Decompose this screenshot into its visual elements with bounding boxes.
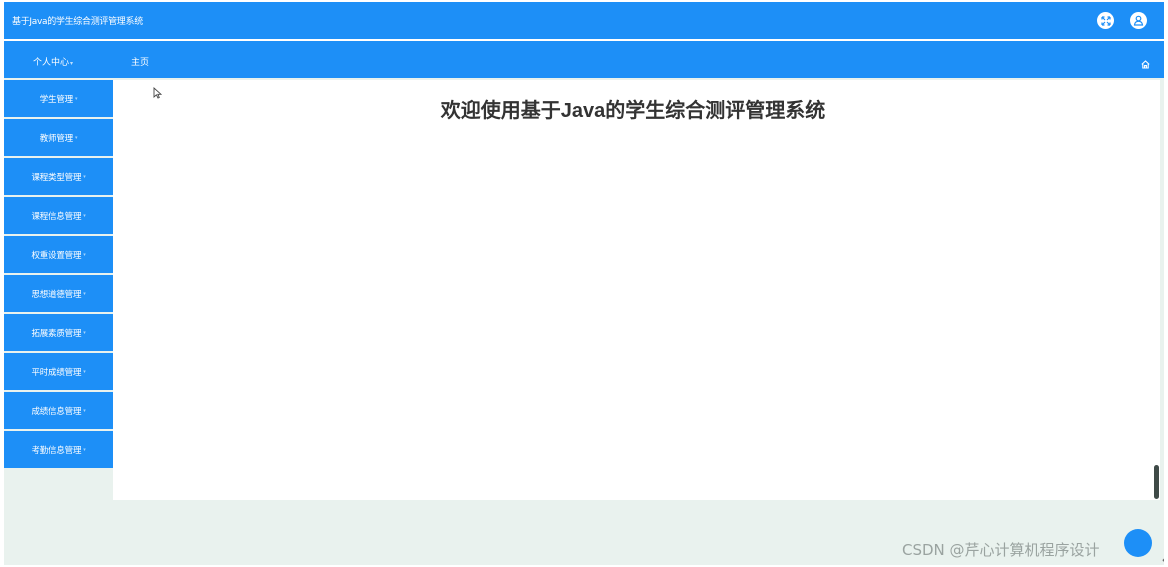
scrollbar-thumb[interactable] xyxy=(1154,465,1159,499)
sidebar-item-course-type[interactable]: 课程类型管理 ▾ xyxy=(4,158,113,195)
sidebar-item-moral[interactable]: 思想道德管理 ▾ xyxy=(4,275,113,312)
chevron-down-icon: ▾ xyxy=(83,368,86,375)
fullscreen-toggle-icon xyxy=(1100,15,1111,26)
sidebar-item-course-info[interactable]: 课程信息管理 ▾ xyxy=(4,197,113,234)
chevron-down-icon: ▾ xyxy=(83,173,86,180)
sidebar-item-label: 课程信息管理 xyxy=(31,211,82,222)
sidebar-item-label: 平时成绩管理 xyxy=(31,367,82,378)
sidebar-item-usual-scores[interactable]: 平时成绩管理 ▾ xyxy=(4,353,113,390)
home-icon xyxy=(1141,60,1150,69)
welcome-heading: 欢迎使用基于Java的学生综合测评管理系统 xyxy=(440,100,826,122)
sidebar-item-score-info[interactable]: 成绩信息管理 ▾ xyxy=(4,392,113,429)
personal-center-label: 个人中心 xyxy=(33,58,70,68)
sidebar-item-label: 课程类型管理 xyxy=(31,172,82,183)
user-menu-button[interactable] xyxy=(1130,12,1147,29)
app-title: 基于Java的学生综合测评管理系统 xyxy=(12,17,143,27)
sidebar-item-weight-settings[interactable]: 权重设置管理 ▾ xyxy=(4,236,113,273)
chevron-down-icon: ▾ xyxy=(83,212,86,219)
chevron-down-icon: ▾ xyxy=(83,290,86,297)
chevron-down-icon: ▾ xyxy=(83,407,86,414)
sidebar-item-label: 教师管理 xyxy=(39,133,73,144)
main-content: 欢迎使用基于Java的学生综合测评管理系统 xyxy=(113,80,1160,500)
sidebar-item-attendance[interactable]: 考勤信息管理 ▾ xyxy=(4,431,113,468)
watermark: CSDN @芹心计算机程序设计 xyxy=(902,541,1100,559)
sidebar-item-label: 成绩信息管理 xyxy=(31,406,82,417)
sidebar-item-label: 思想道德管理 xyxy=(31,289,82,300)
sidebar: 学生管理 ▾ 教师管理 ▾ 课程类型管理 ▾ 课程信息管理 ▾ 权重设置管理 ▾ 思想道德… xyxy=(4,80,113,470)
sidebar-item-label: 权重设置管理 xyxy=(31,250,82,261)
chevron-down-icon: ▾ xyxy=(83,329,86,336)
nav-bar: 个人中心▾ 主页 xyxy=(4,41,1164,78)
sidebar-item-teacher[interactable]: 教师管理 ▾ xyxy=(4,119,113,156)
breadcrumb-home[interactable]: 主页 xyxy=(131,55,149,68)
sidebar-item-student[interactable]: 学生管理 ▾ xyxy=(4,80,113,117)
mouse-pointer-icon xyxy=(153,84,163,103)
chevron-down-icon: ▾ xyxy=(74,95,78,102)
sidebar-item-label: 拓展素质管理 xyxy=(31,328,82,339)
floating-action-button[interactable] xyxy=(1124,529,1152,557)
chevron-down-icon: ▾ xyxy=(83,251,86,258)
fullscreen-button[interactable] xyxy=(1097,12,1114,29)
app-frame: 基于Java的学生综合测评管理系统 个人中心▾ 主页 学生管理 ▾ 教师管理 ▾ 课 xyxy=(4,2,1164,565)
user-avatar-icon xyxy=(1133,15,1144,26)
sidebar-item-label: 考勤信息管理 xyxy=(31,445,82,456)
chevron-down-icon: ▾ xyxy=(74,134,78,141)
return-mark: ↵ xyxy=(1162,556,1164,565)
top-bar: 基于Java的学生综合测评管理系统 xyxy=(4,2,1164,39)
sidebar-item-label: 学生管理 xyxy=(39,94,73,105)
personal-center-menu[interactable]: 个人中心▾ xyxy=(33,55,73,68)
sidebar-item-extended-quality[interactable]: 拓展素质管理 ▾ xyxy=(4,314,113,351)
chevron-down-icon: ▾ xyxy=(83,446,86,453)
chevron-down-icon: ▾ xyxy=(70,60,74,67)
home-button[interactable] xyxy=(1141,54,1150,73)
